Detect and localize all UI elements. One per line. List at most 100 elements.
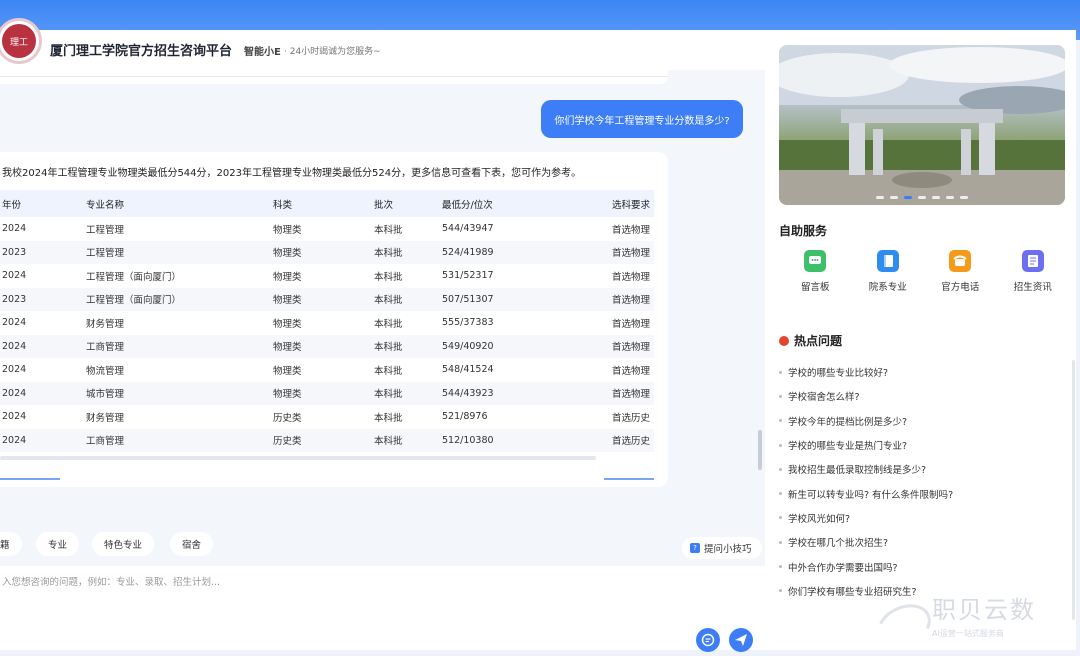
table-cell: 2024 (2, 270, 27, 282)
hot-question-text: 学校宿舍怎么样? (788, 392, 860, 404)
question-input[interactable] (0, 574, 680, 634)
self-service-title: 自助服务 (779, 224, 828, 238)
bot-answer-card: 我校2024年工程管理专业物理类最低分544分，2023年工程管理专业物理类最低… (0, 152, 668, 487)
table-row: 2024 工商管理 历史类 本科批 512/10380 首选历史 (0, 428, 654, 452)
hot-question-text: 我校招生最低录取控制线是多少? (788, 465, 927, 477)
table-row: 2024 物流管理 物理类 本科批 548/41524 首选物理 (0, 358, 654, 382)
bullet-icon (779, 394, 782, 398)
hot-question-text: 学校在哪几个批次招生? (788, 538, 889, 550)
tips-label: 提问小技巧 (704, 544, 752, 555)
table-cell: 2024 (2, 364, 27, 376)
carousel-dot[interactable] (932, 196, 940, 199)
hot-question-item[interactable]: 中外合作办学需要出国吗? (779, 554, 1069, 578)
table-cell: 历史类 (273, 436, 302, 448)
table-cell: 物理类 (273, 248, 302, 260)
sidebar-scrollbar[interactable] (1072, 360, 1075, 620)
horizontal-scrollbar[interactable] (0, 456, 596, 460)
hot-question-item[interactable]: 学校风光如何? (779, 506, 1069, 530)
hot-questions-title: 热点问题 (794, 334, 843, 348)
chat-bubble-icon (701, 633, 715, 647)
chip-featured-major[interactable]: 特色专业 (92, 532, 155, 556)
table-header-row: 年份 专业名称 科类 批次 最低分/位次 选科要求 (0, 190, 654, 217)
table-cell: 2024 (2, 317, 27, 329)
table-cell: 本科批 (374, 342, 403, 354)
chat-scrollbar[interactable] (758, 430, 762, 470)
table-cell: 512/10380 (442, 434, 494, 446)
bullet-icon (779, 565, 782, 569)
university-logo: 理工 (0, 18, 42, 64)
campus-gate-carousel[interactable] (779, 45, 1065, 205)
table-cell: 2023 (2, 293, 27, 305)
table-cell: 工程管理（面向厦门） (86, 295, 182, 307)
question-tips-button[interactable]: ? 提问小技巧 (682, 537, 762, 559)
tips-icon: ? (690, 543, 700, 553)
carousel-dot[interactable] (876, 196, 884, 199)
service-label: 院系专业 (868, 282, 907, 293)
service-phone[interactable]: 官方电话 (924, 250, 997, 293)
table-cell: 财务管理 (86, 412, 125, 424)
carousel-dot[interactable] (918, 196, 926, 199)
hot-question-item[interactable]: 新生可以转专业吗? 有什么条件限制吗? (779, 481, 1069, 505)
chip-dormitory[interactable]: 宿舍 (170, 532, 214, 556)
table-cell: 本科批 (374, 248, 403, 260)
table-row: 2024 财务管理 物理类 本科批 555/37383 首选物理 (0, 311, 654, 335)
chip-major[interactable]: 专业 (36, 532, 80, 556)
table-cell: 544/43947 (442, 223, 494, 235)
hot-question-item[interactable]: 学校的哪些专业比较好? (779, 360, 1069, 384)
book-icon (876, 250, 899, 272)
carousel-dot[interactable] (946, 196, 954, 199)
table-cell: 首选物理 (612, 365, 651, 377)
bullet-icon (779, 419, 782, 423)
column-header: 科类 (273, 199, 293, 211)
table-cell: 本科批 (374, 389, 403, 401)
service-message-board[interactable]: 留言板 (779, 250, 852, 293)
bullet-icon (779, 443, 782, 447)
carousel-dot[interactable] (890, 196, 898, 199)
service-departments[interactable]: 院系专业 (852, 250, 925, 293)
table-cell: 物理类 (273, 295, 302, 307)
hot-question-item[interactable]: 学校的哪些专业是热门专业? (779, 433, 1069, 457)
service-news[interactable]: 招生资讯 (997, 250, 1070, 293)
chip-partial[interactable]: 籍 (0, 532, 22, 556)
table-row: 2023 工程管理（面向厦门） 物理类 本科批 507/51307 首选物理 (0, 287, 654, 311)
hot-question-text: 中外合作办学需要出国吗? (788, 562, 898, 574)
table-cell: 首选物理 (612, 224, 651, 236)
right-sidebar: 自助服务 留言板 院系专业 官方电话 招生资讯 热点问题 学校的哪些专业比较好?… (765, 30, 1076, 650)
send-button[interactable] (729, 628, 753, 652)
answer-text: 我校2024年工程管理专业物理类最低分544分，2023年工程管理专业物理类最低… (2, 168, 582, 179)
table-cell: 物理类 (273, 318, 302, 330)
message-board-icon (804, 250, 827, 272)
table-cell: 物理类 (273, 389, 302, 401)
table-cell: 2023 (2, 246, 27, 258)
score-table: 年份 专业名称 科类 批次 最低分/位次 选科要求 2024 工程管理 物理类 本科批… (0, 190, 654, 452)
table-cell: 首选历史 (612, 412, 651, 424)
table-row: 2024 财务管理 历史类 本科批 521/8976 首选历史 (0, 405, 654, 429)
fire-icon (779, 335, 789, 346)
table-cell: 531/52317 (442, 270, 494, 282)
table-cell: 工商管理 (86, 436, 125, 448)
user-message-bubble: 你们学校今年工程管理专业分数是多少? (541, 100, 743, 138)
table-cell: 本科批 (374, 318, 403, 330)
header-subtitle: · 24小时竭诚为您服务~ (284, 47, 381, 57)
hot-question-text: 学校的哪些专业是热门专业? (788, 441, 908, 453)
hot-question-item[interactable]: 我校招生最低录取控制线是多少? (779, 457, 1069, 481)
carousel-dot[interactable] (960, 196, 968, 199)
table-cell: 物流管理 (86, 365, 125, 377)
hot-question-item[interactable]: 你们学校有哪些专业招研究生? (779, 579, 1069, 603)
table-cell: 544/43923 (442, 387, 494, 399)
truncated-links (0, 478, 660, 482)
bullet-icon (779, 492, 782, 496)
chat-icon[interactable] (696, 628, 720, 652)
table-cell: 507/51307 (442, 293, 494, 305)
carousel-dot[interactable] (904, 196, 912, 199)
hot-question-item[interactable]: 学校在哪几个批次招生? (779, 530, 1069, 554)
hot-question-item[interactable]: 学校宿舍怎么样? (779, 384, 1069, 408)
hot-question-item[interactable]: 学校今年的提档比例是多少? (779, 409, 1069, 433)
bullet-icon (779, 540, 782, 544)
hot-question-text: 你们学校有哪些专业招研究生? (788, 586, 917, 598)
hot-questions-heading: 热点问题 (779, 332, 842, 349)
hot-question-text: 学校风光如何? (788, 513, 851, 525)
table-cell: 首选物理 (612, 342, 651, 354)
column-header: 批次 (374, 199, 394, 211)
bullet-icon (779, 589, 782, 593)
